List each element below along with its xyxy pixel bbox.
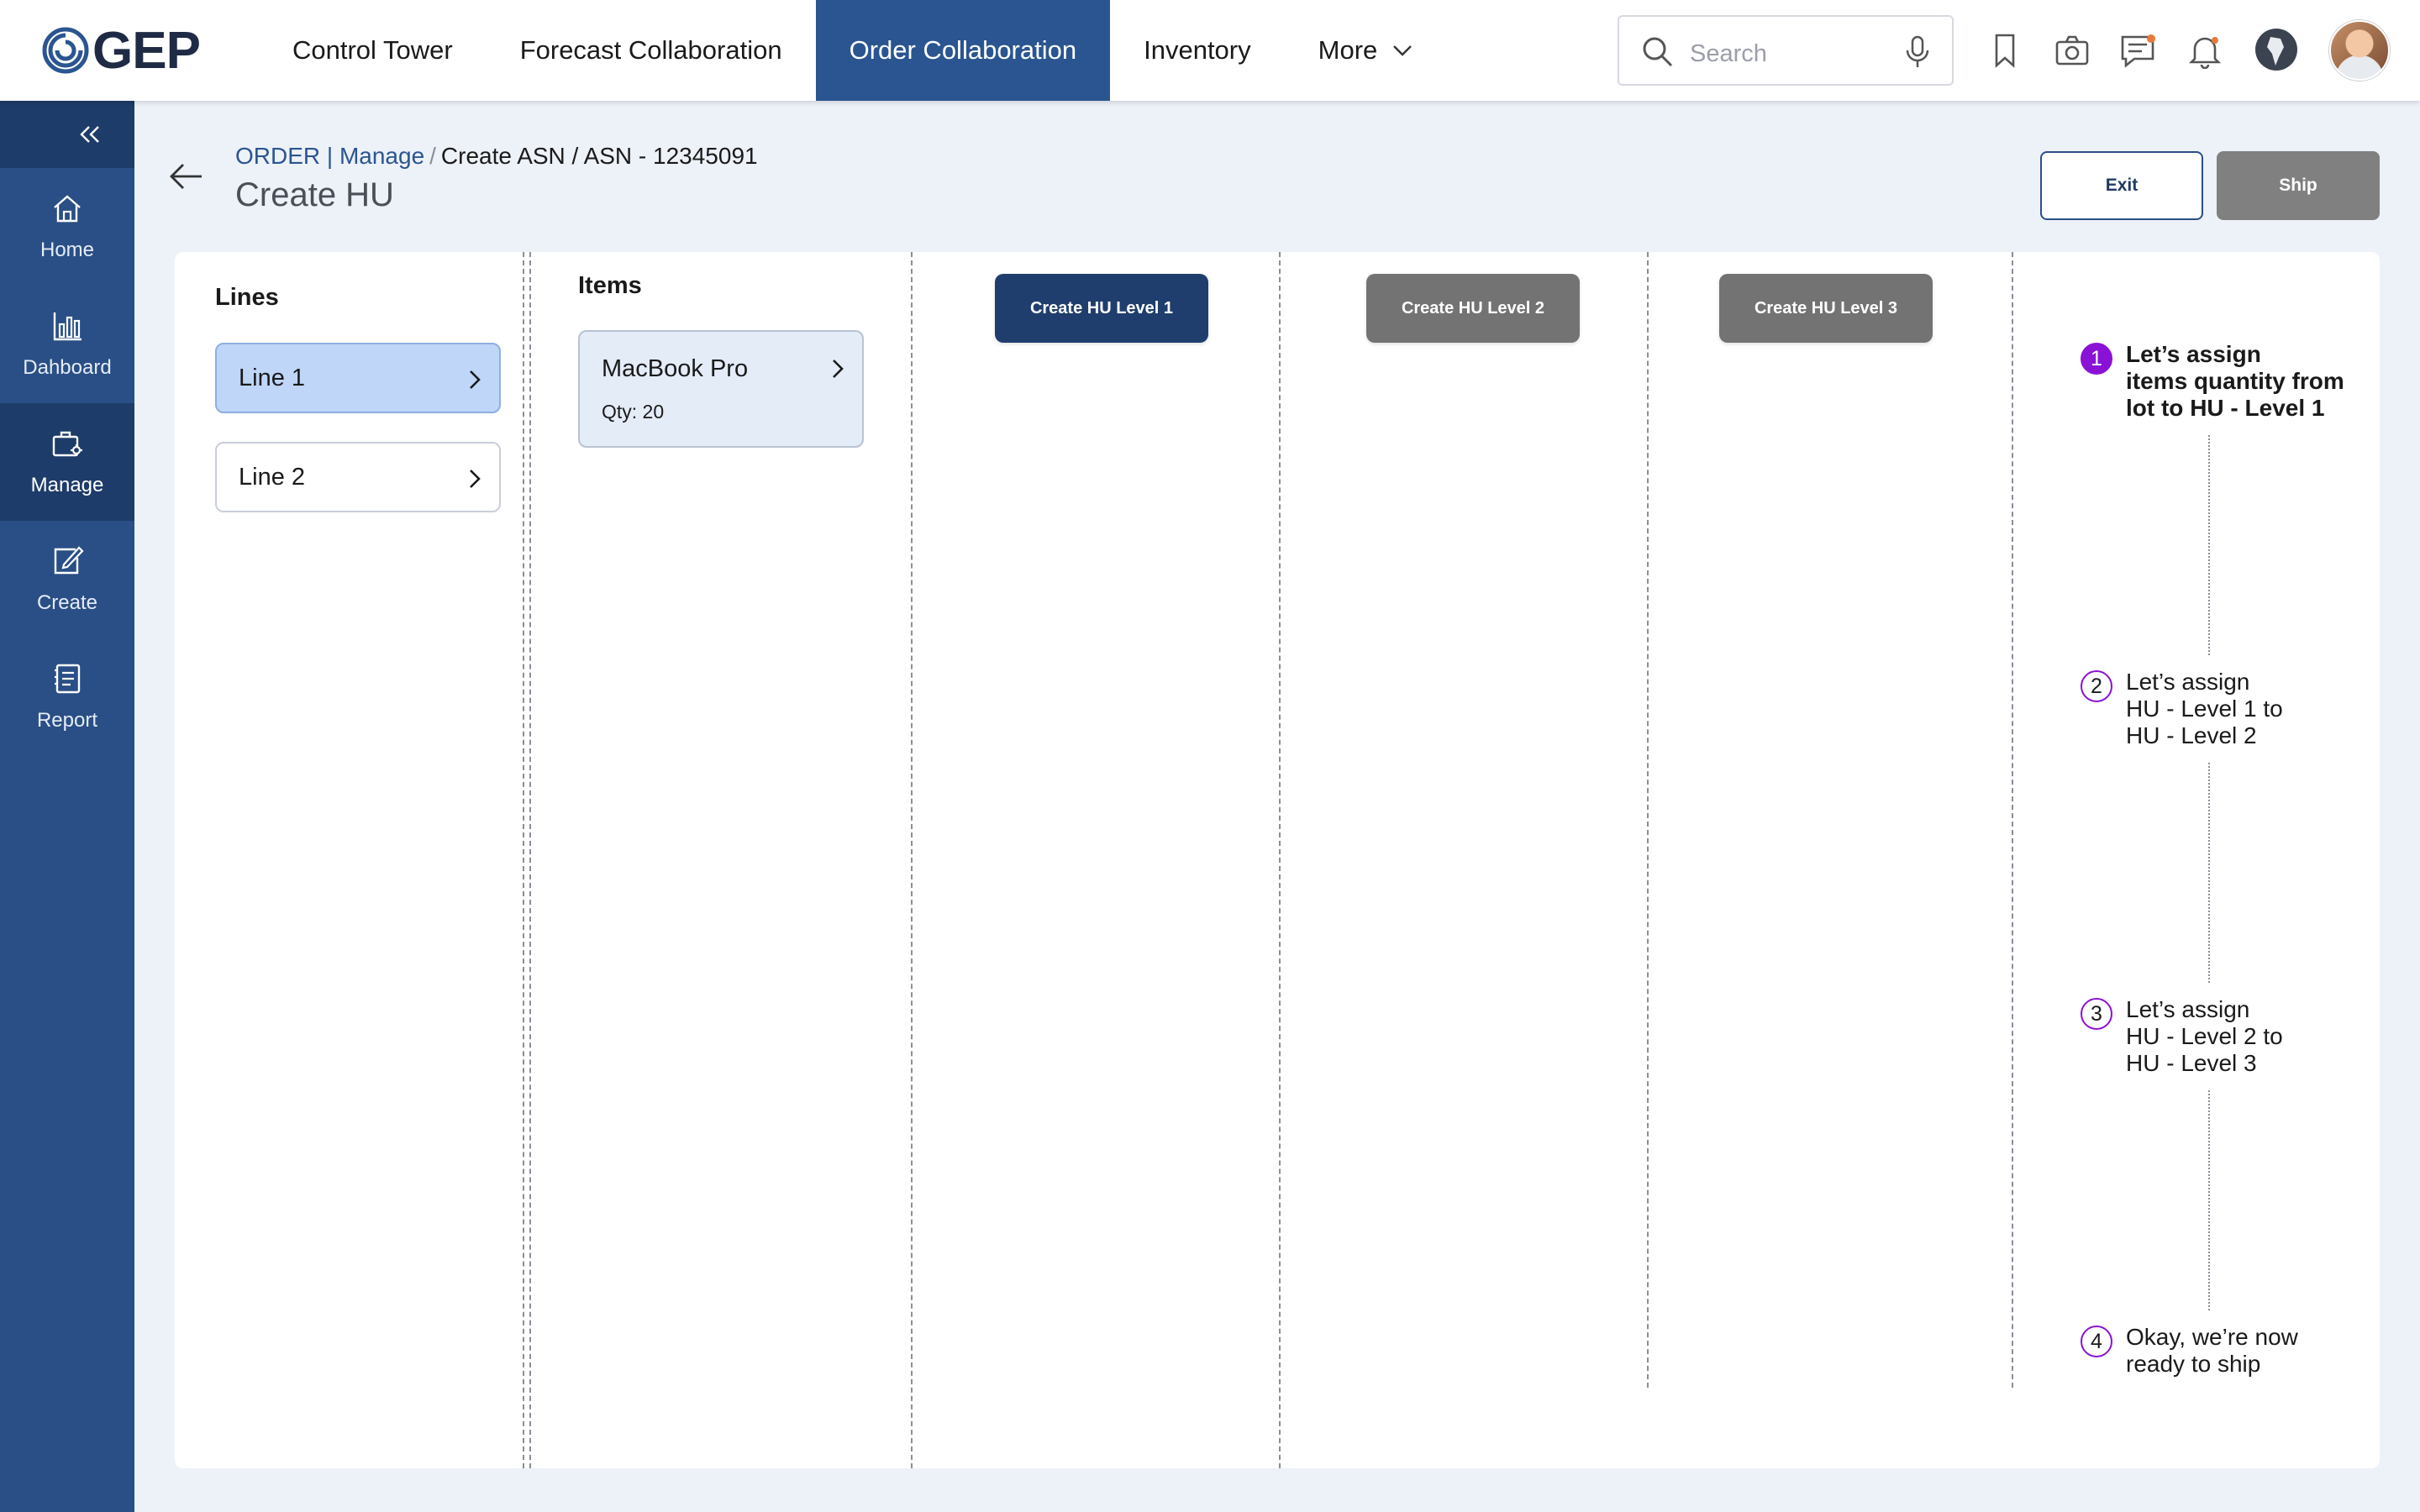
nav-control-tower[interactable]: Control Tower [259, 0, 487, 101]
globe-shape [2267, 37, 2284, 66]
create-hu-level-3-button[interactable]: Create HU Level 3 [1719, 274, 1933, 343]
double-chevron-left-icon [80, 126, 99, 143]
breadcrumb-separator: / [429, 143, 436, 169]
nav-inventory[interactable]: Inventory [1110, 0, 1285, 101]
sidebar-item-manage[interactable]: Manage [0, 403, 134, 521]
search-icon [1643, 37, 1673, 67]
step-number: 2 [2081, 670, 2112, 702]
collapse-sidebar-button[interactable] [0, 101, 134, 168]
column-divider [529, 252, 531, 1468]
breadcrumb-root-link[interactable]: ORDER | Manage [235, 143, 424, 169]
items-title: Items [578, 272, 642, 299]
search-input[interactable] [1690, 37, 1891, 71]
mic-icon[interactable] [1905, 35, 1930, 69]
item-card-macbook-pro[interactable]: MacBook Pro Qty: 20 [578, 330, 864, 448]
column-divider [911, 252, 913, 1468]
step-text-line: HU - Level 2 to [2126, 1023, 2283, 1049]
manage-icon [52, 431, 82, 457]
sidebar-item-dashboard[interactable]: Dahboard [0, 286, 134, 403]
camera-icon[interactable] [2054, 32, 2091, 69]
breadcrumb-path: Create ASN / ASN - 12345091 [440, 143, 758, 169]
column-divider [1647, 252, 1649, 1388]
step-number: 3 [2081, 998, 2112, 1030]
step-text-line: lot to HU - Level 1 [2126, 395, 2325, 421]
step-text: Okay, we’re now ready to ship [2126, 1324, 2370, 1378]
page-title: Create HU [235, 176, 394, 213]
item-qty: Qty: 20 [602, 401, 665, 423]
column-divider [1279, 252, 1281, 1468]
sidebar-item-label: Create [36, 591, 98, 614]
home-icon [54, 195, 81, 223]
nav-order-collaboration[interactable]: Order Collaboration [815, 0, 1111, 101]
main-nav: Control Tower Forecast Collaboration Ord… [259, 0, 1446, 101]
sidebar: Home Dahboard Manage Create Report [0, 101, 134, 1512]
nav-forecast-collaboration[interactable]: Forecast Collaboration [487, 0, 816, 101]
bar-chart-icon [53, 312, 82, 341]
item-name: MacBook Pro [602, 355, 749, 382]
avatar[interactable] [2329, 20, 2390, 81]
line-item-label: Line 2 [239, 463, 306, 491]
breadcrumb: ORDER | Manage / Create ASN / ASN - 123450… [235, 143, 758, 170]
column-divider [523, 252, 524, 1468]
sidebar-item-home[interactable]: Home [0, 168, 134, 286]
step-text-line: Okay, we’re now [2126, 1324, 2298, 1350]
back-arrow-icon[interactable] [168, 160, 203, 193]
step-text-line: Let’s assign [2126, 669, 2250, 695]
step-text-line: HU - Level 3 [2126, 1050, 2257, 1076]
chevron-right-icon [470, 370, 481, 389]
edit-icon [54, 546, 84, 575]
step-text-line: ready to ship [2126, 1351, 2261, 1377]
hu-builder-card: Lines Line 1 Line 2 Items MacBook Pro Qt… [175, 252, 2380, 1468]
globe-icon[interactable] [2255, 29, 2297, 71]
ship-button[interactable]: Ship [2217, 151, 2380, 220]
step-text-line: Let’s assign [2126, 341, 2261, 367]
step-text-line: Let’s assign [2126, 996, 2250, 1022]
bookmark-icon[interactable] [1986, 32, 2023, 69]
nav-more-label: More [1318, 35, 1378, 65]
step-text-line: HU - Level 1 to [2126, 696, 2283, 722]
sidebar-item-label: Dahboard [23, 356, 112, 379]
step-connector [2208, 1090, 2210, 1310]
step-number: 1 [2081, 343, 2112, 375]
search-box [1618, 15, 1954, 86]
exit-button[interactable]: Exit [2040, 151, 2203, 220]
line-item-1[interactable]: Line 1 [215, 343, 501, 413]
step-connector [2208, 763, 2210, 983]
step-text: Let’s assign HU - Level 2 to HU - Level … [2126, 996, 2370, 1077]
sidebar-item-label: Home [39, 239, 95, 261]
line-item-2[interactable]: Line 2 [215, 442, 501, 512]
step-connector [2208, 435, 2210, 655]
create-hu-level-2-button[interactable]: Create HU Level 2 [1366, 274, 1580, 343]
gep-logo-icon [42, 27, 89, 74]
create-hu-level-1-button[interactable]: Create HU Level 1 [995, 274, 1208, 343]
step-text: Let’s assign HU - Level 1 to HU - Level … [2126, 669, 2370, 749]
step-text-line: items quantity from [2126, 368, 2344, 394]
report-icon [55, 664, 81, 694]
chevron-right-icon [470, 470, 481, 488]
gep-logo[interactable]: GEP [42, 22, 201, 80]
chat-icon[interactable] [2119, 32, 2156, 69]
step-text-line: HU - Level 2 [2126, 722, 2257, 748]
sidebar-item-create[interactable]: Create [0, 521, 134, 638]
chevron-right-icon [833, 360, 844, 378]
top-bar: GEP Control Tower Forecast Collaboration… [0, 0, 2420, 101]
column-divider [2012, 252, 2013, 1388]
sidebar-item-label: Report [36, 709, 98, 732]
sidebar-item-label: Manage [30, 474, 104, 496]
nav-more[interactable]: More [1285, 0, 1447, 101]
line-item-label: Line 1 [239, 364, 306, 391]
chevron-down-icon [1393, 45, 1413, 56]
lines-title: Lines [215, 284, 279, 311]
step-text: Let’s assign items quantity from lot to … [2126, 341, 2370, 422]
bell-icon[interactable] [2186, 32, 2223, 69]
step-number: 4 [2081, 1326, 2112, 1357]
sidebar-item-report[interactable]: Report [0, 638, 134, 756]
logo-text: GEP [92, 21, 201, 80]
